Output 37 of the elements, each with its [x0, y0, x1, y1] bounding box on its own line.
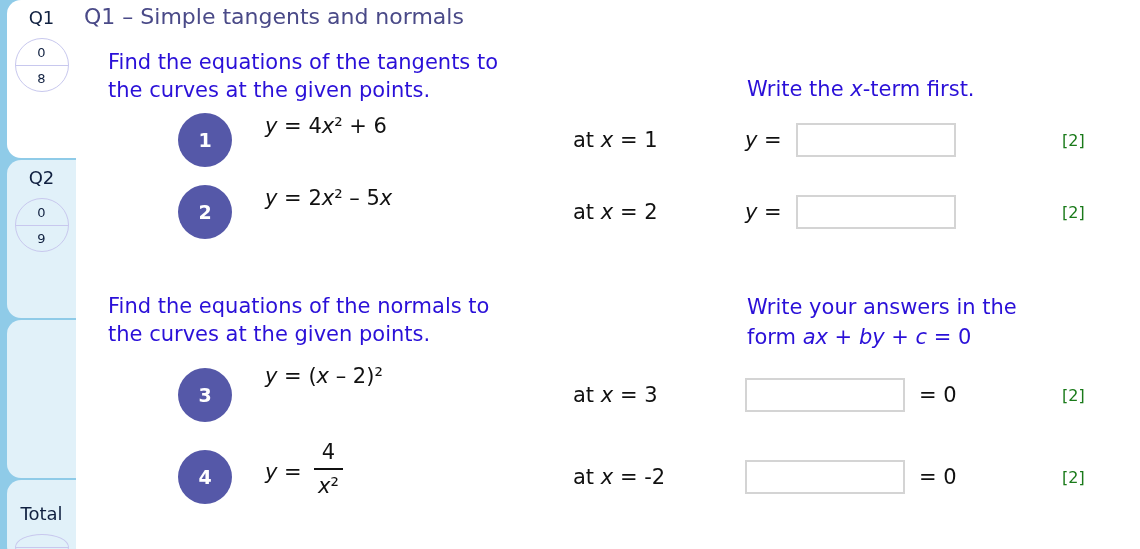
score-circle: 0 8: [14, 38, 69, 92]
answer-field[interactable]: [795, 195, 956, 229]
marks-text: [2]: [1062, 467, 1085, 487]
question-tab[interactable]: [7, 320, 76, 478]
instruction-text: Find the equations of the tangents to the curves at the given points.: [108, 49, 500, 104]
score-circle: 0 9: [14, 198, 69, 252]
equation-lhs: y =: [265, 460, 302, 484]
answer-label: y =: [745, 200, 782, 224]
question-tab[interactable]: Q1 0 8: [7, 0, 76, 158]
question-tab[interactable]: Total: [7, 480, 76, 549]
fraction-numerator: 4: [313, 440, 344, 470]
answer-label: = 0: [919, 383, 957, 407]
hint-text: Write the x-term first.: [747, 76, 976, 103]
point-text: at x = 3: [573, 383, 659, 407]
answer-label: = 0: [919, 465, 957, 489]
question-number-badge: 3: [178, 368, 232, 422]
point-text: at x = -2: [573, 465, 667, 489]
question-title: Q1 – Simple tangents and normals: [84, 3, 465, 31]
answer-field[interactable]: [795, 123, 956, 157]
question-number-badge: 4: [178, 450, 232, 504]
point-text: at x = 1: [573, 128, 659, 152]
instruction-text: Find the equations of the normals to the curves at the given points.: [108, 293, 491, 348]
marks-text: [2]: [1062, 202, 1085, 222]
question-number-badge: 1: [178, 113, 232, 167]
answer-label: y =: [745, 128, 782, 152]
answer-field[interactable]: [745, 460, 905, 494]
answer-field[interactable]: [745, 378, 905, 412]
hint-text: Write your answers in the form ax + by + c = 0: [747, 294, 1018, 351]
question-number-badge: 2: [178, 185, 232, 239]
fraction-denominator: x²: [317, 473, 339, 498]
marks-text: [2]: [1062, 130, 1085, 150]
equation: y = 2x² – 5x: [265, 186, 393, 210]
equation: y = 4x² + 6: [265, 114, 387, 138]
marks-text: [2]: [1062, 385, 1085, 405]
point-text: at x = 2: [573, 200, 659, 224]
question-tab[interactable]: Q2 0 9: [7, 160, 76, 318]
equation: y = (x – 2)²: [265, 364, 383, 388]
